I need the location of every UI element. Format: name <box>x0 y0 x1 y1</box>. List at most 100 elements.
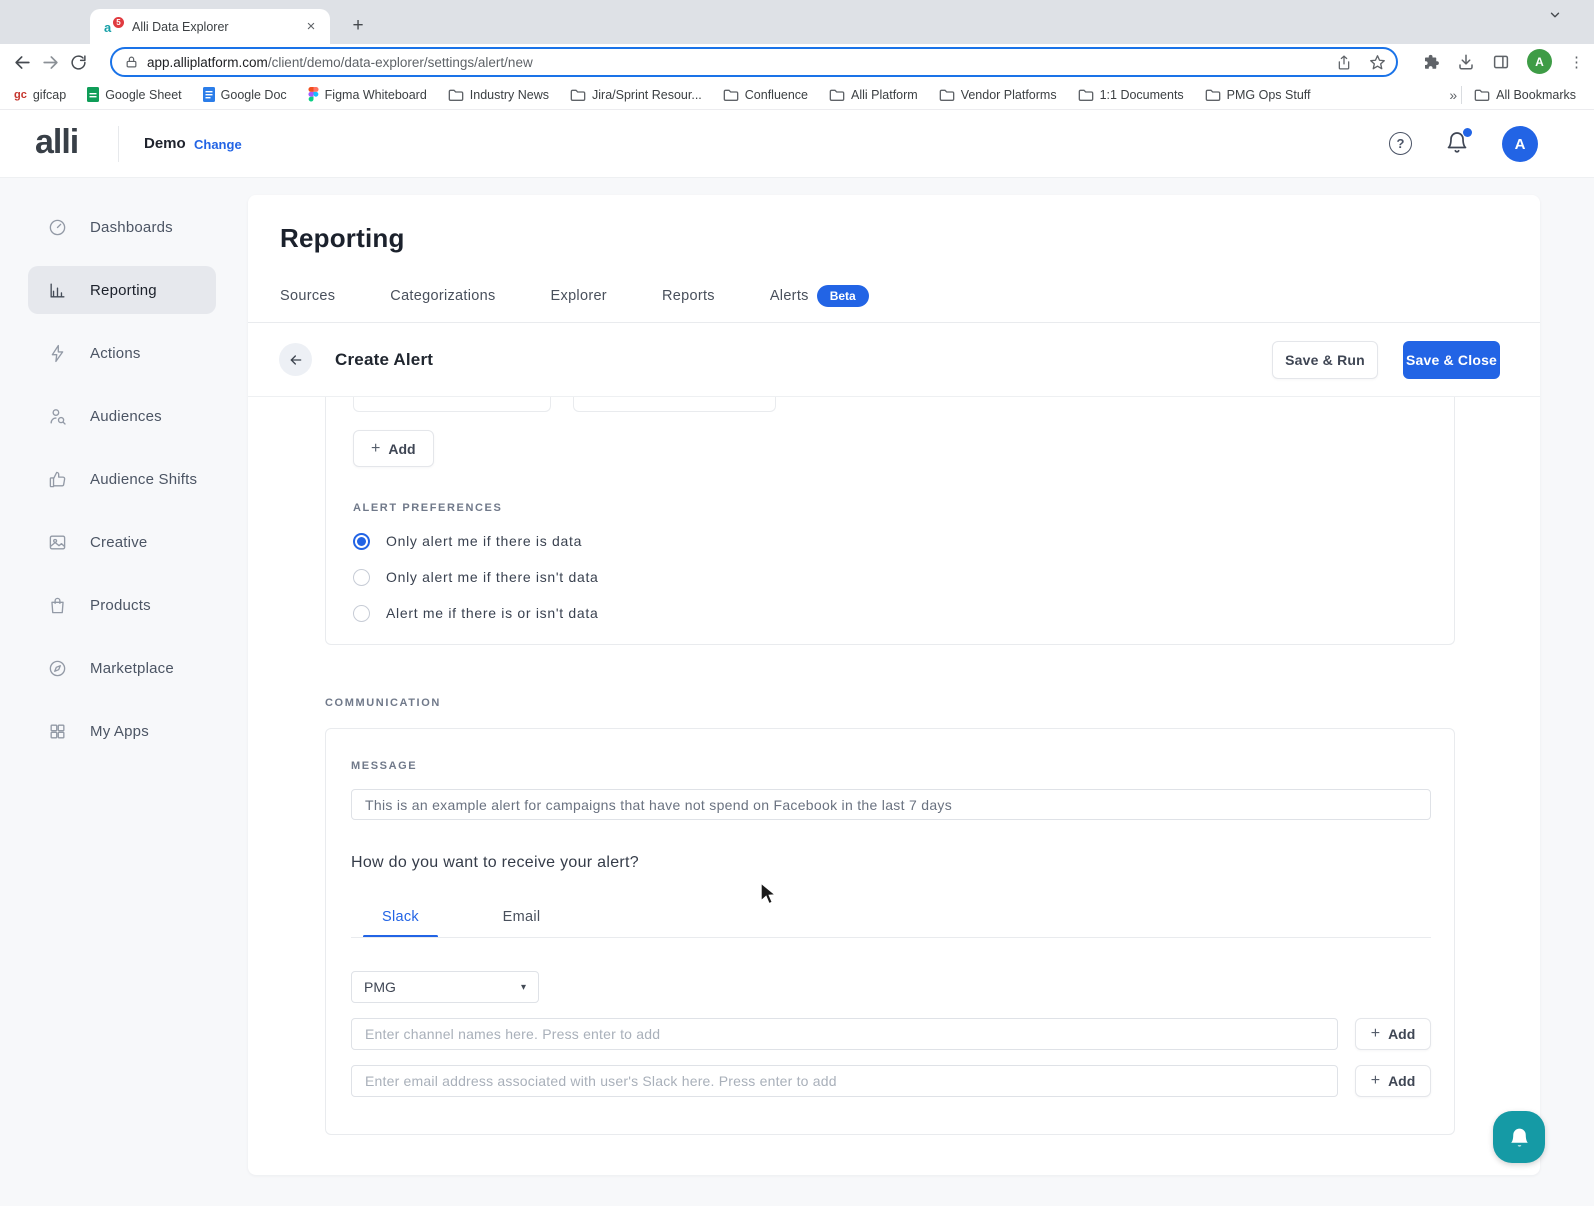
radio-option-either[interactable]: Alert me if there is or isn't data <box>353 601 598 625</box>
tab-search-chevron-icon[interactable] <box>1548 8 1562 22</box>
workspace-select[interactable]: PMG ▾ <box>351 971 539 1003</box>
downloads-icon[interactable] <box>1457 53 1475 71</box>
radio-selected-icon[interactable] <box>353 533 370 550</box>
folder-icon <box>829 88 845 102</box>
condition-field-partial[interactable] <box>573 397 776 412</box>
chevron-down-icon: ▾ <box>521 982 526 993</box>
tab-sources[interactable]: Sources <box>280 288 335 304</box>
bookmark-google-sheet[interactable]: Google Sheet <box>87 87 181 102</box>
bookmark-industry-news[interactable]: Industry News <box>448 88 549 102</box>
radio-option-no-data[interactable]: Only alert me if there isn't data <box>353 565 599 589</box>
sidebar-item-marketplace[interactable]: Marketplace <box>28 644 216 692</box>
bookmark-vendor-platforms[interactable]: Vendor Platforms <box>939 88 1057 102</box>
sidebar-item-products[interactable]: Products <box>28 581 216 629</box>
channel-tabs: Slack Email <box>363 897 559 937</box>
bookmark-11-documents[interactable]: 1:1 Documents <box>1078 88 1184 102</box>
browser-reload-button[interactable] <box>64 48 92 76</box>
bookmark-star-icon[interactable] <box>1369 54 1386 71</box>
thumb-up-icon <box>48 470 67 489</box>
sidebar-item-creative[interactable]: Creative <box>28 518 216 566</box>
header-divider <box>118 126 119 162</box>
plus-icon: + <box>1371 1025 1380 1043</box>
figma-icon <box>308 87 319 102</box>
sidebar-item-actions[interactable]: Actions <box>28 329 216 377</box>
new-tab-button[interactable]: + <box>344 12 372 40</box>
back-button[interactable] <box>279 343 312 376</box>
change-client-link[interactable]: Change <box>194 137 242 152</box>
bell-icon <box>1507 1125 1532 1150</box>
bookmark-alli-platform[interactable]: Alli Platform <box>829 88 918 102</box>
tab-email[interactable]: Email <box>484 897 559 937</box>
bookmark-confluence[interactable]: Confluence <box>723 88 808 102</box>
receive-alert-question: How do you want to receive your alert? <box>351 854 639 872</box>
help-icon[interactable]: ? <box>1389 132 1412 155</box>
all-bookmarks[interactable]: All Bookmarks <box>1474 88 1576 102</box>
sidebar-item-reporting[interactable]: Reporting <box>28 266 216 314</box>
browser-toolbar: app.alliplatform.com/client/demo/data-ex… <box>0 44 1594 80</box>
sidebar-item-audience-shifts[interactable]: Audience Shifts <box>28 455 216 503</box>
beta-badge: Beta <box>817 285 869 307</box>
image-icon <box>48 533 67 552</box>
tab-slack[interactable]: Slack <box>363 897 438 937</box>
condition-field-partial[interactable] <box>353 397 551 412</box>
alli-logo[interactable]: alli <box>35 123 78 162</box>
reporting-panel: Reporting Sources Categorizations Explor… <box>248 195 1540 1175</box>
bookmark-gifcap[interactable]: gc gifcap <box>14 88 66 102</box>
radio-option-data[interactable]: Only alert me if there is data <box>353 529 582 553</box>
extensions-puzzle-icon[interactable] <box>1422 53 1440 71</box>
tab-explorer[interactable]: Explorer <box>551 288 607 304</box>
user-avatar[interactable]: A <box>1502 126 1538 162</box>
message-input[interactable] <box>351 789 1431 820</box>
communication-section-label: COMMUNICATION <box>325 697 441 709</box>
bookmarks-overflow-icon[interactable]: » <box>1449 87 1457 103</box>
side-panel-icon[interactable] <box>1492 53 1510 71</box>
sidebar-item-my-apps[interactable]: My Apps <box>28 707 216 755</box>
shopping-bag-icon <box>48 596 67 615</box>
radio-unselected-icon[interactable] <box>353 569 370 586</box>
apps-grid-icon <box>48 722 67 741</box>
radio-unselected-icon[interactable] <box>353 605 370 622</box>
bookmark-jira[interactable]: Jira/Sprint Resour... <box>570 88 702 102</box>
alert-preferences-label: ALERT PREFERENCES <box>353 502 502 514</box>
add-email-button[interactable]: + Add <box>1355 1065 1431 1097</box>
save-and-close-button[interactable]: Save & Close <box>1403 341 1500 379</box>
bookmark-pmg-ops[interactable]: PMG Ops Stuff <box>1205 88 1311 102</box>
tab-alerts[interactable]: Alerts <box>770 288 809 304</box>
sidebar: Dashboards Reporting Actions Audiences A… <box>0 178 248 1206</box>
google-sheet-icon <box>87 87 99 102</box>
slack-email-input[interactable] <box>351 1065 1338 1097</box>
add-channel-button[interactable]: + Add <box>1355 1018 1431 1050</box>
share-icon[interactable] <box>1336 54 1352 71</box>
add-condition-button[interactable]: + Add <box>353 430 434 467</box>
tab-categorizations[interactable]: Categorizations <box>390 288 495 304</box>
alli-favicon: a 5 <box>104 19 124 35</box>
alert-conditions-card: + Add ALERT PREFERENCES Only alert me if… <box>325 397 1455 645</box>
support-chat-button[interactable] <box>1493 1111 1545 1163</box>
url-text: app.alliplatform.com/client/demo/data-ex… <box>147 55 1336 70</box>
communication-card: MESSAGE How do you want to receive your … <box>325 728 1455 1135</box>
browser-back-button[interactable] <box>8 48 36 76</box>
sidebar-item-audiences[interactable]: Audiences <box>28 392 216 440</box>
folder-icon <box>723 88 739 102</box>
browser-forward-button[interactable] <box>36 48 64 76</box>
save-and-run-button[interactable]: Save & Run <box>1272 341 1378 379</box>
bookmark-google-doc[interactable]: Google Doc <box>203 87 287 102</box>
create-alert-title: Create Alert <box>335 350 433 370</box>
lock-icon <box>125 55 138 69</box>
notifications-bell-icon[interactable] <box>1445 130 1471 156</box>
browser-tab[interactable]: a 5 Alli Data Explorer × <box>90 9 330 44</box>
person-search-icon <box>48 407 67 426</box>
compass-icon <box>48 659 67 678</box>
bookmark-figma[interactable]: Figma Whiteboard <box>308 87 427 102</box>
tab-close-icon[interactable]: × <box>302 18 320 36</box>
chrome-menu-icon[interactable]: ⋮ <box>1569 53 1584 71</box>
google-doc-icon <box>203 87 215 102</box>
chrome-profile-avatar[interactable]: A <box>1527 49 1552 74</box>
client-name: Demo <box>144 135 186 152</box>
url-bar[interactable]: app.alliplatform.com/client/demo/data-ex… <box>110 47 1398 77</box>
folder-icon <box>570 88 586 102</box>
channel-names-input[interactable] <box>351 1018 1338 1050</box>
tab-reports[interactable]: Reports <box>662 288 715 304</box>
sidebar-item-dashboards[interactable]: Dashboards <box>28 203 216 251</box>
bar-chart-icon <box>48 281 67 300</box>
